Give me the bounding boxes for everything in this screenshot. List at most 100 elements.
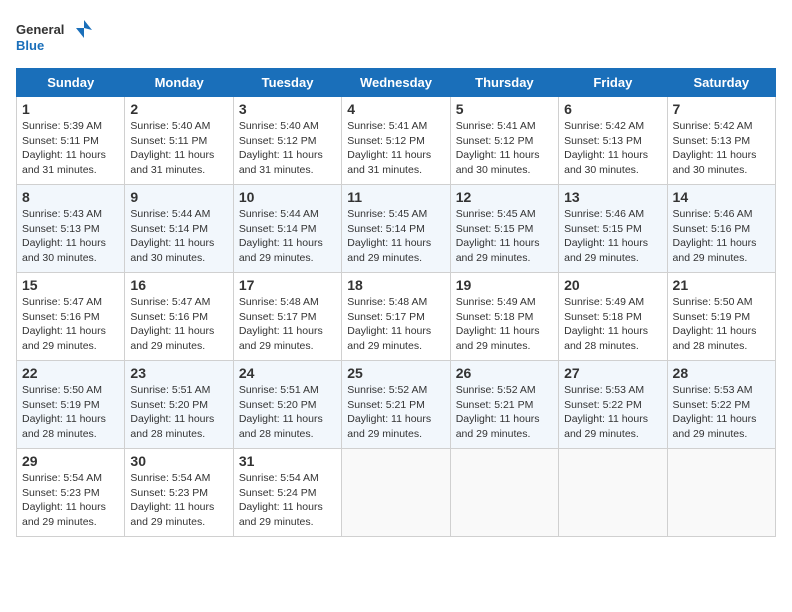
day-info: Sunrise: 5:41 AM Sunset: 5:12 PM Dayligh… [456,120,540,176]
calendar-cell: 7 Sunrise: 5:42 AM Sunset: 5:13 PM Daylig… [667,97,775,185]
calendar-cell [559,449,667,537]
day-number: 15 [22,277,119,293]
calendar-cell: 14 Sunrise: 5:46 AM Sunset: 5:16 PM Dayli… [667,185,775,273]
day-info: Sunrise: 5:45 AM Sunset: 5:14 PM Dayligh… [347,208,431,264]
day-number: 8 [22,189,119,205]
day-info: Sunrise: 5:47 AM Sunset: 5:16 PM Dayligh… [130,296,214,352]
day-number: 11 [347,189,444,205]
col-header-saturday: Saturday [667,69,775,97]
calendar-cell: 21 Sunrise: 5:50 AM Sunset: 5:19 PM Dayli… [667,273,775,361]
day-info: Sunrise: 5:49 AM Sunset: 5:18 PM Dayligh… [456,296,540,352]
day-info: Sunrise: 5:50 AM Sunset: 5:19 PM Dayligh… [22,384,106,440]
day-number: 1 [22,101,119,117]
day-number: 2 [130,101,227,117]
col-header-monday: Monday [125,69,233,97]
day-info: Sunrise: 5:41 AM Sunset: 5:12 PM Dayligh… [347,120,431,176]
day-number: 10 [239,189,336,205]
day-info: Sunrise: 5:44 AM Sunset: 5:14 PM Dayligh… [239,208,323,264]
calendar-cell: 6Sunrise: 5:42 AM Sunset: 5:13 PM Daylig… [559,97,667,185]
day-info: Sunrise: 5:54 AM Sunset: 5:23 PM Dayligh… [22,472,106,528]
calendar-cell: 24 Sunrise: 5:51 AM Sunset: 5:20 PM Dayli… [233,361,341,449]
day-number: 30 [130,453,227,469]
day-info: Sunrise: 5:53 AM Sunset: 5:22 PM Dayligh… [564,384,648,440]
day-info: Sunrise: 5:43 AM Sunset: 5:13 PM Dayligh… [22,208,106,264]
calendar-cell: 12Sunrise: 5:45 AM Sunset: 5:15 PM Dayli… [450,185,558,273]
calendar-cell: 5 Sunrise: 5:41 AM Sunset: 5:12 PM Daylig… [450,97,558,185]
day-info: Sunrise: 5:54 AM Sunset: 5:23 PM Dayligh… [130,472,214,528]
day-number: 23 [130,365,227,381]
calendar-cell: 18 Sunrise: 5:48 AM Sunset: 5:17 PM Dayli… [342,273,450,361]
day-number: 19 [456,277,553,293]
day-number: 16 [130,277,227,293]
day-number: 4 [347,101,444,117]
day-info: Sunrise: 5:48 AM Sunset: 5:17 PM Dayligh… [239,296,323,352]
day-info: Sunrise: 5:48 AM Sunset: 5:17 PM Dayligh… [347,296,431,352]
logo: General Blue [16,16,96,60]
calendar-table: SundayMondayTuesdayWednesdayThursdayFrid… [16,68,776,537]
day-number: 14 [673,189,770,205]
calendar-cell: 17 Sunrise: 5:48 AM Sunset: 5:17 PM Dayli… [233,273,341,361]
calendar-cell: 26 Sunrise: 5:52 AM Sunset: 5:21 PM Dayli… [450,361,558,449]
day-info: Sunrise: 5:40 AM Sunset: 5:12 PM Dayligh… [239,120,323,176]
day-number: 21 [673,277,770,293]
calendar-cell: 13Sunrise: 5:46 AM Sunset: 5:15 PM Dayli… [559,185,667,273]
day-number: 31 [239,453,336,469]
calendar-cell: 22 Sunrise: 5:50 AM Sunset: 5:19 PM Dayli… [17,361,125,449]
calendar-cell: 28 Sunrise: 5:53 AM Sunset: 5:22 PM Dayli… [667,361,775,449]
day-info: Sunrise: 5:42 AM Sunset: 5:13 PM Dayligh… [564,120,648,176]
calendar-cell: 29 Sunrise: 5:54 AM Sunset: 5:23 PM Dayli… [17,449,125,537]
calendar-week-5: 29 Sunrise: 5:54 AM Sunset: 5:23 PM Dayli… [17,449,776,537]
day-info: Sunrise: 5:51 AM Sunset: 5:20 PM Dayligh… [239,384,323,440]
day-number: 5 [456,101,553,117]
calendar-cell: 19 Sunrise: 5:49 AM Sunset: 5:18 PM Dayli… [450,273,558,361]
calendar-cell: 10 Sunrise: 5:44 AM Sunset: 5:14 PM Dayli… [233,185,341,273]
calendar-cell: 27Sunrise: 5:53 AM Sunset: 5:22 PM Dayli… [559,361,667,449]
calendar-cell: 31 Sunrise: 5:54 AM Sunset: 5:24 PM Dayli… [233,449,341,537]
day-info: Sunrise: 5:54 AM Sunset: 5:24 PM Dayligh… [239,472,323,528]
calendar-cell: 30 Sunrise: 5:54 AM Sunset: 5:23 PM Dayli… [125,449,233,537]
col-header-tuesday: Tuesday [233,69,341,97]
day-info: Sunrise: 5:52 AM Sunset: 5:21 PM Dayligh… [347,384,431,440]
day-info: Sunrise: 5:51 AM Sunset: 5:20 PM Dayligh… [130,384,214,440]
day-number: 20 [564,277,661,293]
day-info: Sunrise: 5:40 AM Sunset: 5:11 PM Dayligh… [130,120,214,176]
day-info: Sunrise: 5:46 AM Sunset: 5:16 PM Dayligh… [673,208,757,264]
day-number: 18 [347,277,444,293]
calendar-cell [450,449,558,537]
day-info: Sunrise: 5:44 AM Sunset: 5:14 PM Dayligh… [130,208,214,264]
day-number: 13 [564,189,661,205]
calendar-cell: 15Sunrise: 5:47 AM Sunset: 5:16 PM Dayli… [17,273,125,361]
day-number: 3 [239,101,336,117]
day-number: 29 [22,453,119,469]
day-info: Sunrise: 5:53 AM Sunset: 5:22 PM Dayligh… [673,384,757,440]
logo-svg: General Blue [16,16,96,60]
day-info: Sunrise: 5:52 AM Sunset: 5:21 PM Dayligh… [456,384,540,440]
calendar-cell: 25 Sunrise: 5:52 AM Sunset: 5:21 PM Dayli… [342,361,450,449]
col-header-wednesday: Wednesday [342,69,450,97]
day-number: 25 [347,365,444,381]
day-info: Sunrise: 5:49 AM Sunset: 5:18 PM Dayligh… [564,296,648,352]
calendar-week-2: 8 Sunrise: 5:43 AM Sunset: 5:13 PM Daylig… [17,185,776,273]
calendar-cell: 1 Sunrise: 5:39 AM Sunset: 5:11 PM Daylig… [17,97,125,185]
day-info: Sunrise: 5:39 AM Sunset: 5:11 PM Dayligh… [22,120,106,176]
day-number: 17 [239,277,336,293]
calendar-week-4: 22 Sunrise: 5:50 AM Sunset: 5:19 PM Dayli… [17,361,776,449]
calendar-body: 1 Sunrise: 5:39 AM Sunset: 5:11 PM Daylig… [17,97,776,537]
day-number: 7 [673,101,770,117]
calendar-header: SundayMondayTuesdayWednesdayThursdayFrid… [17,69,776,97]
calendar-week-1: 1 Sunrise: 5:39 AM Sunset: 5:11 PM Daylig… [17,97,776,185]
day-number: 28 [673,365,770,381]
day-number: 26 [456,365,553,381]
calendar-cell: 3 Sunrise: 5:40 AM Sunset: 5:12 PM Daylig… [233,97,341,185]
day-number: 22 [22,365,119,381]
day-number: 24 [239,365,336,381]
col-header-thursday: Thursday [450,69,558,97]
day-info: Sunrise: 5:42 AM Sunset: 5:13 PM Dayligh… [673,120,757,176]
calendar-cell: 20 Sunrise: 5:49 AM Sunset: 5:18 PM Dayli… [559,273,667,361]
calendar-cell: 2 Sunrise: 5:40 AM Sunset: 5:11 PM Daylig… [125,97,233,185]
svg-text:Blue: Blue [16,38,44,53]
day-info: Sunrise: 5:50 AM Sunset: 5:19 PM Dayligh… [673,296,757,352]
day-info: Sunrise: 5:45 AM Sunset: 5:15 PM Dayligh… [456,208,540,264]
calendar-cell [342,449,450,537]
page-header: General Blue [16,16,776,60]
